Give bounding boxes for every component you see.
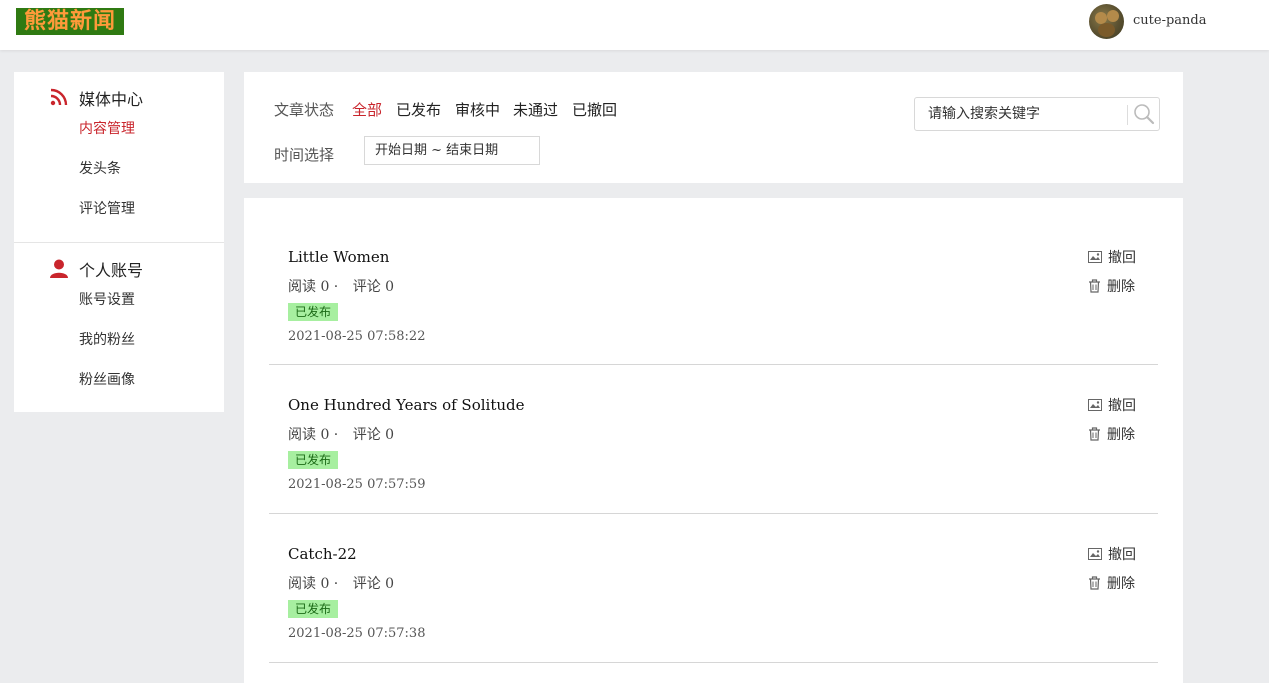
withdraw-label: 撤回 [1108, 547, 1136, 563]
article-stats: 阅读 0 · 评论 0 [288, 424, 404, 444]
withdraw-label: 撤回 [1108, 250, 1136, 266]
status-badge: 已发布 [288, 451, 339, 469]
delete-button[interactable]: 删除 [1088, 276, 1135, 296]
article-read-count: 阅读 0 · [288, 427, 339, 443]
status-option-rejected[interactable]: 未通过 [513, 99, 558, 120]
sidebar-item-account-settings[interactable]: 账号设置 [79, 289, 135, 309]
username[interactable]: cute-panda [1133, 13, 1206, 28]
delete-button[interactable]: 删除 [1088, 573, 1135, 593]
article-item: Catch-22 阅读 0 · 评论 0 已发布 2021-08-25 07:5… [269, 514, 1158, 663]
sidebar-item-fan-profile[interactable]: 粉丝画像 [79, 369, 135, 389]
status-option-reviewing[interactable]: 审核中 [455, 99, 500, 120]
trash-icon [1089, 279, 1100, 293]
sidebar-item-my-fans[interactable]: 我的粉丝 [79, 329, 135, 349]
sidebar-item-post-headline[interactable]: 发头条 [79, 158, 121, 178]
rss-icon [50, 88, 68, 110]
article-title[interactable]: One Hundred Years of Solitude [288, 396, 525, 414]
site-logo-text: 熊猫新闻 [23, 8, 116, 34]
withdraw-label: 撤回 [1108, 398, 1136, 414]
article-title[interactable]: Catch-22 [288, 545, 357, 563]
search-box [914, 97, 1160, 131]
status-filter-label: 文章状态 [274, 101, 335, 119]
date-range-picker[interactable]: 开始日期 ~ 结束日期 [364, 136, 540, 165]
article-title[interactable]: Little Women [288, 248, 389, 266]
status-option-published[interactable]: 已发布 [396, 99, 441, 120]
article-read-count: 阅读 0 · [288, 576, 339, 592]
sidebar-item-comment-management[interactable]: 评论管理 [79, 198, 135, 218]
article-item: One Hundred Years of Solitude 阅读 0 · 评论 … [269, 365, 1158, 514]
article-comment-count: 评论 0 [352, 427, 395, 443]
article-time: 2021-08-25 07:58:22 [288, 329, 426, 344]
article-comment-count: 评论 0 [352, 576, 395, 592]
status-option-withdrawn[interactable]: 已撤回 [572, 99, 617, 120]
withdraw-button[interactable]: 撤回 [1088, 544, 1136, 564]
delete-label: 删除 [1107, 279, 1135, 295]
sidebar-divider [14, 242, 224, 243]
search-icon[interactable] [1129, 99, 1159, 129]
search-divider [1127, 105, 1128, 125]
trash-icon [1089, 427, 1100, 441]
article-stats: 阅读 0 · 评论 0 [288, 276, 404, 296]
delete-button[interactable]: 删除 [1088, 424, 1135, 444]
sidebar-title-account: 个人账号 [79, 261, 144, 280]
withdraw-icon [1088, 399, 1102, 411]
sidebar-item-content-management[interactable]: 内容管理 [79, 118, 135, 138]
article-stats: 阅读 0 · 评论 0 [288, 573, 404, 593]
filter-panel: 文章状态 全部 已发布 审核中 未通过 已撤回 时间选择 开始日期 ~ 结束日期 [244, 72, 1183, 183]
delete-label: 删除 [1107, 576, 1135, 592]
article-item: Little Women 阅读 0 · 评论 0 已发布 2021-08-25 … [269, 216, 1158, 365]
withdraw-icon [1088, 548, 1102, 560]
trash-icon [1089, 576, 1100, 590]
time-filter-label: 时间选择 [274, 146, 335, 164]
site-logo[interactable]: 熊猫新闻 [16, 8, 124, 35]
status-badge: 已发布 [288, 303, 339, 321]
withdraw-button[interactable]: 撤回 [1088, 395, 1136, 415]
avatar[interactable] [1089, 4, 1124, 39]
status-badge: 已发布 [288, 600, 339, 618]
article-comment-count: 评论 0 [352, 279, 395, 295]
article-read-count: 阅读 0 · [288, 279, 339, 295]
withdraw-button[interactable]: 撤回 [1088, 247, 1136, 267]
article-time: 2021-08-25 07:57:59 [288, 477, 426, 492]
search-input[interactable] [916, 99, 1126, 129]
status-option-all[interactable]: 全部 [352, 99, 382, 120]
sidebar-title-media: 媒体中心 [79, 90, 144, 109]
article-list: Little Women 阅读 0 · 评论 0 已发布 2021-08-25 … [244, 198, 1183, 683]
article-time: 2021-08-25 07:57:38 [288, 626, 426, 641]
delete-label: 删除 [1107, 427, 1135, 443]
user-icon [50, 259, 68, 283]
sidebar: 媒体中心 内容管理 发头条 评论管理 个人账号 账号设置 我的粉丝 粉丝画像 [14, 72, 224, 412]
withdraw-icon [1088, 251, 1102, 263]
top-header: 熊猫新闻 cute-panda [0, 0, 1269, 50]
